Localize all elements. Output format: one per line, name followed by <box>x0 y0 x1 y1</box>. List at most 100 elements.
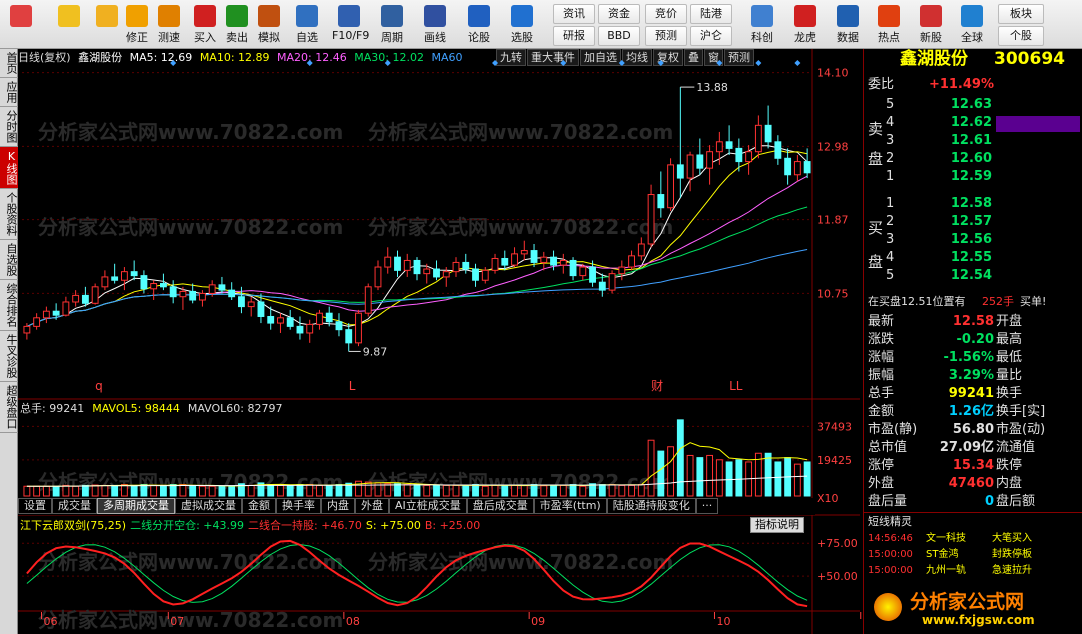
event-diamond-icon[interactable] <box>755 60 762 66</box>
event-diamond-icon[interactable] <box>306 60 313 66</box>
quote-field-label-2: 量比 <box>996 368 1023 383</box>
left-tab-3[interactable]: K线图 <box>0 147 18 189</box>
sell-level: 1 <box>886 169 895 184</box>
volume-bar <box>803 461 811 497</box>
indicator-tab-11[interactable]: 陆股通持股变化 <box>606 498 696 514</box>
event-diamond-icon[interactable] <box>794 60 801 66</box>
event-marker[interactable]: LL <box>729 379 743 393</box>
toolbar-button-6[interactable]: 卖出 <box>220 2 254 47</box>
candle <box>472 263 479 287</box>
event-diamond-icon[interactable] <box>716 60 723 66</box>
toolbar-button-15[interactable]: 龙虎 <box>788 2 822 47</box>
left-tab-4[interactable]: 个股资料 <box>0 189 18 240</box>
toolbar-button-11[interactable]: 画线 <box>418 2 452 47</box>
toolbar-text-button-2[interactable]: 竞价 <box>645 4 687 24</box>
toolbar-button-5[interactable]: 买入 <box>188 2 222 47</box>
toolbar-button-19[interactable]: 全球 <box>955 2 989 47</box>
toolbar-button-2[interactable] <box>90 2 124 47</box>
candle-body <box>559 259 567 266</box>
candle <box>803 148 811 179</box>
event-diamond-icon[interactable] <box>492 60 499 66</box>
left-tab-7[interactable]: 牛叉诊股 <box>0 331 18 382</box>
event-marker[interactable]: L <box>349 379 356 393</box>
indicator-tab-2[interactable]: 多周期成交量 <box>97 498 175 514</box>
candle-body <box>257 301 265 317</box>
volume-bar <box>452 484 460 497</box>
weibi-label: 委比 <box>868 77 895 92</box>
candle-body <box>491 257 499 271</box>
toolbar-button-12[interactable]: 论股 <box>462 2 496 47</box>
volume-bar <box>413 484 421 497</box>
toolbar-button-16[interactable]: 数据 <box>831 2 865 47</box>
left-tab-0[interactable]: 首页 <box>0 49 18 78</box>
left-tab-1[interactable]: 应用 <box>0 78 18 107</box>
event-diamond-icon[interactable] <box>384 60 391 66</box>
buy-row: 1 12.58 <box>864 195 1082 213</box>
event-diamond-icon[interactable] <box>560 60 567 66</box>
buy-side-label: 买 <box>868 219 884 237</box>
toolbar-button-18[interactable]: 新股 <box>914 2 948 47</box>
price-tick: 12.98 <box>817 140 849 153</box>
toolbar-button-0[interactable] <box>4 2 38 47</box>
volume-bar <box>501 484 509 497</box>
indicator-help-button[interactable]: 指标说明 <box>750 517 804 533</box>
indicator-tab-0[interactable]: 设置 <box>18 498 52 514</box>
candle <box>199 290 206 307</box>
toolbar-text-button-4[interactable]: 研报 <box>553 26 595 46</box>
candle <box>120 267 128 291</box>
volume-bar <box>491 484 499 497</box>
toolbar-button-8[interactable]: 自选 <box>290 2 324 47</box>
volume-bar <box>520 484 528 497</box>
event-diamond-icon[interactable] <box>657 60 664 66</box>
grid-icon <box>10 5 32 27</box>
toolbar-button-13[interactable]: 选股 <box>505 2 539 47</box>
left-tab-8[interactable]: 超级盘口 <box>0 382 18 433</box>
indicator-tab-6[interactable]: 内盘 <box>321 498 355 514</box>
toolbar-text-button-3[interactable]: 陆港 <box>690 4 732 24</box>
toolbar-text-button-5[interactable]: BBD <box>598 26 640 46</box>
indicator-tab-10[interactable]: 市盈率(ttm) <box>533 498 607 514</box>
event-marker[interactable]: q <box>95 379 103 393</box>
indicator-tab-8[interactable]: AI立桩成交量 <box>389 498 467 514</box>
candle-body <box>91 286 99 304</box>
indicator-tab-3[interactable]: 虚拟成交量 <box>175 498 242 514</box>
toolbar-button-17[interactable]: 热点 <box>872 2 906 47</box>
toolbar-text-button-6[interactable]: 预测 <box>645 26 687 46</box>
candle-body <box>433 268 440 278</box>
left-tab-6[interactable]: 综合排名 <box>0 280 18 331</box>
indicator-tab-12[interactable]: ··· <box>695 498 719 514</box>
toolbar-button-10[interactable]: 周期 <box>375 2 409 47</box>
candle-body <box>325 312 333 323</box>
quote-field-label-2: 开盘 <box>996 314 1023 329</box>
volume-bar <box>364 481 372 497</box>
toolbar-button-4[interactable]: 测速 <box>152 2 186 47</box>
toolbar-button-9[interactable]: F10/F9 <box>332 2 369 47</box>
candle <box>491 253 499 274</box>
indicator-tab-5[interactable]: 换手率 <box>276 498 321 514</box>
toolbar-text-button-0[interactable]: 资讯 <box>553 4 595 24</box>
toolbar-button-7[interactable]: 模拟 <box>252 2 286 47</box>
event-diamond-icon[interactable] <box>170 60 177 66</box>
indicator-tab-4[interactable]: 金额 <box>242 498 276 514</box>
event-diamond-icon[interactable] <box>618 60 625 66</box>
toolbar-button-3[interactable]: 修正 <box>120 2 154 47</box>
left-tab-2[interactable]: 分时图 <box>0 107 18 147</box>
toolbar-text-button-9[interactable]: 个股 <box>998 26 1044 46</box>
toolbar-button-14[interactable]: 科创 <box>745 2 779 47</box>
indicator-tab-1[interactable]: 成交量 <box>52 498 97 514</box>
toolbar-text-button-7[interactable]: 沪仑 <box>690 26 732 46</box>
event-marker[interactable]: 财 <box>651 379 663 393</box>
candle <box>101 270 109 291</box>
quote-field-label-2: 市盈(动) <box>996 422 1046 437</box>
quote-field-label: 涨停 <box>868 458 895 473</box>
candle-body <box>199 292 206 301</box>
left-tab-5[interactable]: 自选股 <box>0 240 18 280</box>
indicator-tab-9[interactable]: 盘后成交量 <box>466 498 534 514</box>
toolbar-text-button-8[interactable]: 板块 <box>998 4 1044 24</box>
kline-chart[interactable]: 分析家公式网www.70822.com 分析家公式网www.70822.com 分析… <box>18 49 863 634</box>
volume-bar <box>316 484 323 497</box>
stock-list-icon <box>296 5 318 27</box>
indicator-tab-7[interactable]: 外盘 <box>355 498 389 514</box>
toolbar-text-button-1[interactable]: 资金 <box>598 4 640 24</box>
toolbar-button-1[interactable] <box>52 2 86 47</box>
